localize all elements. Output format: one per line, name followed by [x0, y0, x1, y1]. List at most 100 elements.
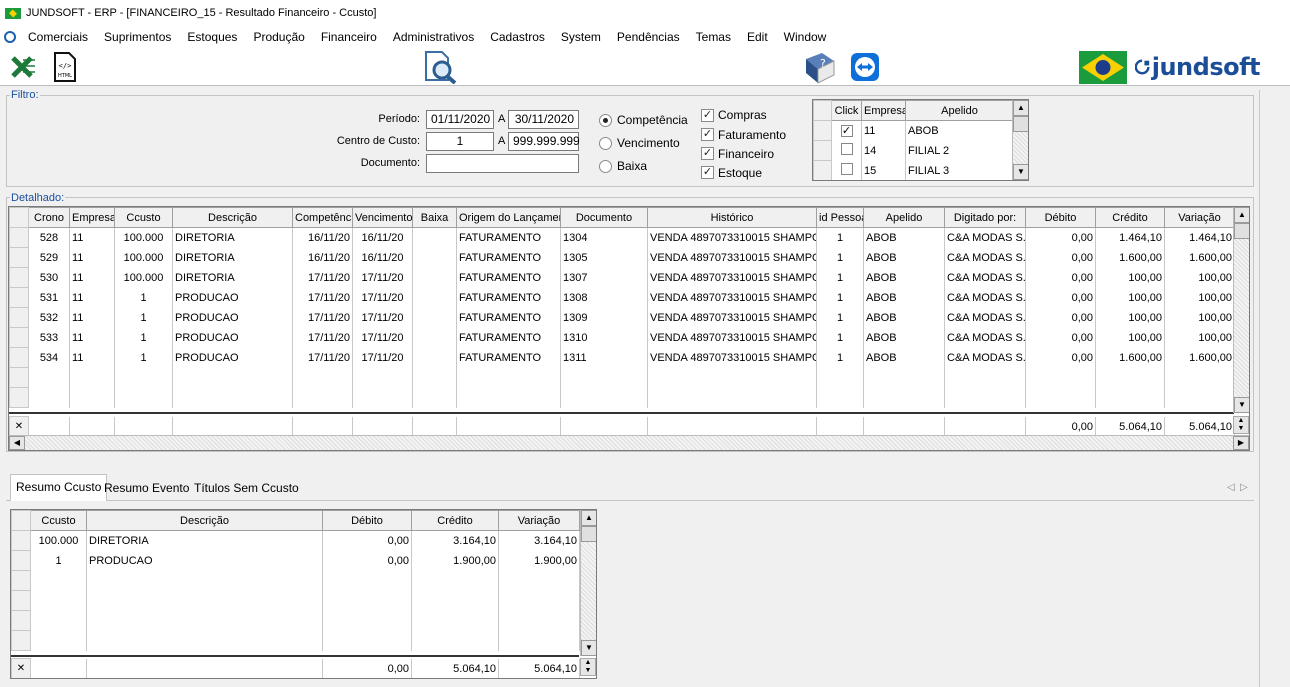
col-competencia[interactable]: Competência — [292, 207, 353, 228]
periodo-to-input[interactable]: 30/11/2020 — [508, 110, 579, 129]
table-row[interactable] — [11, 610, 580, 631]
col-variacao[interactable]: Variação — [1164, 207, 1235, 228]
col-variacao[interactable]: Variação — [498, 510, 580, 531]
table-row[interactable]: 529 11 100.000 DIRETORIA 16/11/20 16/11/20 FAT… — [9, 247, 1235, 268]
click-checkbox[interactable] — [840, 163, 853, 175]
scroll-down-icon[interactable]: ▼ — [1013, 164, 1028, 180]
scroll-down-icon[interactable]: ▼ — [1234, 397, 1249, 413]
col-empresa[interactable]: Empresa — [69, 207, 115, 228]
menu-cadastros[interactable]: Cadastros — [482, 30, 553, 44]
resumo-vscroll[interactable]: ▲ ▼ — [580, 510, 596, 656]
col-descricao[interactable]: Descrição — [172, 207, 293, 228]
menu-administrativos[interactable]: Administrativos — [385, 30, 482, 44]
ccusto-from-input[interactable]: 1 — [426, 132, 494, 151]
menu-system[interactable]: System — [553, 30, 609, 44]
col-apelido[interactable]: Apelido — [905, 100, 1014, 121]
col-crono[interactable]: Crono — [28, 207, 70, 228]
excel-export-icon[interactable] — [8, 53, 38, 81]
radio-baixa[interactable] — [599, 160, 612, 173]
tab-resumo-evento[interactable]: Resumo Evento — [99, 476, 194, 501]
click-checkbox[interactable]: ✓ — [840, 124, 853, 137]
col-origem[interactable]: Origem do Lançamento — [456, 207, 561, 228]
check-compras[interactable]: ✓ — [701, 109, 714, 122]
menu-financeiro[interactable]: Financeiro — [313, 30, 385, 44]
scroll-thumb[interactable] — [1234, 223, 1249, 239]
empresa-vscroll[interactable]: ▲ ▼ — [1012, 100, 1028, 180]
col-historico[interactable]: Histórico — [647, 207, 817, 228]
detalhado-hscroll[interactable]: ◀ ▶ — [9, 435, 1249, 450]
scroll-up-icon[interactable]: ▲ — [581, 510, 596, 526]
col-ccusto[interactable]: Ccusto — [30, 510, 87, 531]
documento-input[interactable] — [426, 154, 579, 173]
app-icon[interactable] — [4, 31, 16, 43]
empresa-row[interactable]: ✓ 11 ABOB — [813, 120, 1014, 141]
table-row[interactable] — [11, 570, 580, 591]
table-row[interactable]: 533 11 1 PRODUCAO 17/11/20 17/11/20 FATURAMENT… — [9, 327, 1235, 348]
html-export-icon[interactable]: </> HTML — [52, 52, 78, 82]
menu-pendencias[interactable]: Pendências — [609, 30, 688, 44]
menu-producao[interactable]: Produção — [245, 30, 312, 44]
scroll-up-icon[interactable]: ▲ — [1234, 207, 1249, 223]
col-baixa[interactable]: Baixa — [412, 207, 457, 228]
help-book-icon[interactable]: ? — [802, 51, 836, 84]
col-empresa[interactable]: Empresa — [861, 100, 906, 121]
menu-estoques[interactable]: Estoques — [179, 30, 245, 44]
radio-vencimento[interactable] — [599, 137, 612, 150]
col-digitado-por[interactable]: Digitado por: — [944, 207, 1026, 228]
table-row[interactable] — [11, 630, 580, 651]
periodo-from-input[interactable]: 01/11/2020 — [426, 110, 494, 129]
tab-titulos-sem-ccusto[interactable]: Títulos Sem Ccusto — [189, 476, 304, 501]
col-credito[interactable]: Crédito — [411, 510, 499, 531]
scroll-left-icon[interactable]: ◀ — [9, 436, 25, 450]
check-estoque[interactable]: ✓ — [701, 166, 714, 179]
menu-window[interactable]: Window — [776, 30, 835, 44]
menu-suprimentos[interactable]: Suprimentos — [96, 30, 179, 44]
table-row[interactable]: 534 11 1 PRODUCAO 17/11/20 17/11/20 FATURAMENT… — [9, 347, 1235, 368]
col-debito[interactable]: Débito — [1025, 207, 1096, 228]
radio-competencia[interactable] — [599, 114, 612, 127]
scroll-down-icon[interactable]: ▼ — [581, 640, 596, 656]
click-checkbox-cell[interactable]: ✓ — [831, 120, 862, 141]
menu-temas[interactable]: Temas — [688, 30, 739, 44]
empresa-row[interactable]: 14 FILIAL 2 — [813, 140, 1014, 161]
click-checkbox-cell[interactable] — [831, 160, 862, 180]
detalhado-vscroll[interactable]: ▲ ▼ — [1233, 207, 1249, 413]
col-debito[interactable]: Débito — [322, 510, 412, 531]
table-row[interactable] — [11, 590, 580, 611]
tab-scroll-left-icon[interactable]: ◁ — [1227, 482, 1235, 493]
menu-comerciais[interactable]: Comerciais — [20, 30, 96, 44]
col-descricao[interactable]: Descrição — [86, 510, 323, 531]
table-row[interactable]: 530 11 100.000 DIRETORIA 17/11/20 17/11/20 FAT… — [9, 267, 1235, 288]
col-id-pessoa[interactable]: id Pessoa — [816, 207, 864, 228]
col-apelido[interactable]: Apelido — [863, 207, 945, 228]
table-row[interactable] — [9, 387, 1235, 408]
scroll-thumb[interactable] — [1013, 116, 1028, 132]
tab-scroll-right-icon[interactable]: ▷ — [1240, 482, 1248, 493]
table-row[interactable]: 1 PRODUCAO 0,00 1.900,00 1.900,00 — [11, 550, 580, 571]
click-checkbox[interactable] — [840, 143, 853, 155]
col-documento[interactable]: Documento — [560, 207, 648, 228]
col-click[interactable]: Click — [831, 100, 862, 121]
total-spin-icon[interactable]: ▲ ▼ — [1233, 416, 1249, 434]
teamviewer-icon[interactable] — [850, 52, 880, 82]
check-financeiro[interactable]: ✓ — [701, 147, 714, 160]
check-faturamento[interactable]: ✓ — [701, 128, 714, 141]
search-document-icon[interactable] — [423, 50, 459, 84]
menu-edit[interactable]: Edit — [739, 30, 776, 44]
table-row[interactable]: 531 11 1 PRODUCAO 17/11/20 17/11/20 FATURAMENT… — [9, 287, 1235, 308]
tab-resumo-ccusto[interactable]: Resumo Ccusto — [10, 474, 108, 501]
ccusto-to-input[interactable]: 999.999.999 — [508, 132, 580, 151]
col-ccusto[interactable]: Ccusto — [114, 207, 173, 228]
table-row[interactable]: 528 11 100.000 DIRETORIA 16/11/20 16/11/20 FAT… — [9, 227, 1235, 248]
col-credito[interactable]: Crédito — [1095, 207, 1165, 228]
scroll-right-icon[interactable]: ▶ — [1233, 436, 1249, 450]
col-vencimento[interactable]: Vencimento — [352, 207, 413, 228]
table-row[interactable] — [9, 367, 1235, 388]
empresa-row[interactable]: 15 FILIAL 3 — [813, 160, 1014, 180]
scroll-up-icon[interactable]: ▲ — [1013, 100, 1028, 116]
table-row[interactable]: 532 11 1 PRODUCAO 17/11/20 17/11/20 FATURAMENT… — [9, 307, 1235, 328]
table-row[interactable]: 100.000 DIRETORIA 0,00 3.164,10 3.164,10 — [11, 530, 580, 551]
click-checkbox-cell[interactable] — [831, 140, 862, 161]
total-spin-icon[interactable]: ▲ ▼ — [580, 658, 596, 676]
scroll-thumb[interactable] — [581, 526, 596, 542]
